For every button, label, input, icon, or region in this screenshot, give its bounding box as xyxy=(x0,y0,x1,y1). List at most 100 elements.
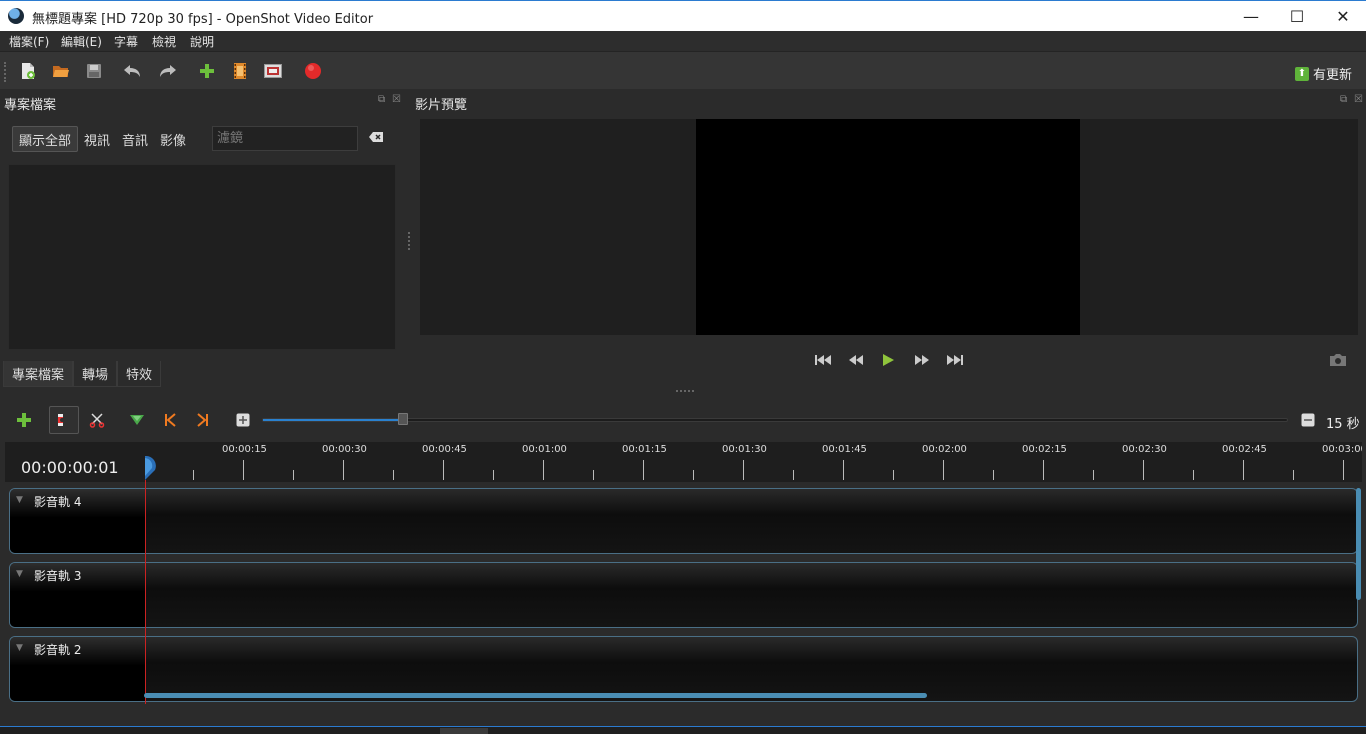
marker-icon xyxy=(130,415,144,425)
track-3[interactable]: ▼ 影音軌 3 xyxy=(9,562,1358,628)
jump-start-button[interactable] xyxy=(813,352,833,368)
undock-project-files-icon[interactable]: ⧉ xyxy=(378,94,385,105)
track-label: 影音軌 4 xyxy=(34,495,82,509)
fullscreen-icon xyxy=(264,64,282,78)
close-preview-icon[interactable]: ☒ xyxy=(1354,94,1363,105)
filter-audio[interactable]: 音訊 xyxy=(116,126,154,152)
filter-search-input[interactable]: 濾鏡 xyxy=(212,126,358,151)
open-project-button[interactable] xyxy=(50,60,72,82)
update-label: 有更新 xyxy=(1312,68,1352,83)
import-files-button[interactable] xyxy=(196,60,218,82)
fullscreen-button[interactable] xyxy=(262,60,284,82)
capture-frame-button[interactable] xyxy=(1328,352,1348,368)
redo-icon xyxy=(160,65,176,77)
ruler-minor-tick xyxy=(693,470,694,480)
jump-end-button[interactable] xyxy=(945,352,965,368)
undock-preview-icon[interactable]: ⧉ xyxy=(1340,94,1347,105)
status-bar-handle xyxy=(440,728,488,734)
menu-file[interactable]: 檔案(F) xyxy=(9,33,49,50)
clear-filter-icon[interactable] xyxy=(368,131,384,143)
close-button[interactable]: ✕ xyxy=(1320,1,1366,31)
filter-video[interactable]: 視訊 xyxy=(78,126,116,152)
save-project-button[interactable] xyxy=(83,60,105,82)
minimize-button[interactable]: — xyxy=(1228,1,1274,31)
horizontal-splitter-handle[interactable] xyxy=(676,390,694,392)
ruler-tick-label: 00:02:30 xyxy=(1122,444,1167,455)
ruler-major-tick xyxy=(443,460,444,480)
menu-help[interactable]: 說明 xyxy=(190,33,214,50)
toolbar-grip[interactable] xyxy=(4,62,8,82)
zoom-slider-track[interactable] xyxy=(262,418,1288,422)
ruler-tick-label: 00:02:45 xyxy=(1222,444,1267,455)
filter-image[interactable]: 影像 xyxy=(154,126,192,152)
ruler-major-tick xyxy=(1343,460,1344,480)
menu-edit[interactable]: 編輯(E) xyxy=(61,33,102,50)
fast-forward-button[interactable] xyxy=(912,352,932,368)
ruler-minor-tick xyxy=(493,470,494,480)
film-strip-icon xyxy=(234,63,246,79)
zoom-out-button[interactable] xyxy=(1295,408,1321,432)
tab-effects[interactable]: 特效 xyxy=(117,361,162,387)
project-files-list[interactable] xyxy=(8,164,396,350)
status-bar xyxy=(0,726,1366,734)
collapse-arrow-icon[interactable]: ▼ xyxy=(16,643,23,653)
ruler-tick-label: 00:02:00 xyxy=(922,444,967,455)
redo-button[interactable] xyxy=(157,60,179,82)
menu-view[interactable]: 檢視 xyxy=(152,33,176,50)
scissors-icon xyxy=(89,413,105,428)
track-4[interactable]: ▼ 影音軌 4 xyxy=(9,488,1358,554)
undo-button[interactable] xyxy=(121,60,143,82)
tab-project-files[interactable]: 專案檔案 xyxy=(3,361,74,387)
timeline-vertical-scrollbar[interactable] xyxy=(1356,488,1361,600)
ruler-minor-tick xyxy=(793,470,794,480)
previous-marker-icon xyxy=(165,413,176,427)
zoom-in-icon xyxy=(236,413,250,427)
timeline-ruler[interactable]: 00:00:00:01 00:00:15 00:00:30 00:00:45 00:0… xyxy=(5,442,1362,482)
zoom-slider-handle[interactable] xyxy=(397,413,408,425)
update-available-button[interactable]: ⬆ 有更新 xyxy=(1294,64,1352,83)
new-project-button[interactable] xyxy=(17,60,39,82)
playhead-handle[interactable] xyxy=(145,456,157,480)
collapse-arrow-icon[interactable]: ▼ xyxy=(16,569,23,579)
main-toolbar: ⬆ 有更新 xyxy=(0,51,1366,89)
ruler-minor-tick xyxy=(1193,470,1194,480)
filter-show-all[interactable]: 顯示全部 xyxy=(12,126,79,152)
add-track-button[interactable] xyxy=(11,408,37,432)
track-header[interactable]: ▼ 影音軌 2 xyxy=(10,637,146,701)
update-arrow-icon: ⬆ xyxy=(1294,66,1309,81)
timeline-horizontal-scrollbar[interactable] xyxy=(144,693,927,698)
ruler-tick-label: 00:00:15 xyxy=(222,444,267,455)
collapse-arrow-icon[interactable]: ▼ xyxy=(16,495,23,505)
ruler-minor-tick xyxy=(1293,470,1294,480)
export-video-button[interactable] xyxy=(302,60,324,82)
ruler-tick-label: 00:01:45 xyxy=(822,444,867,455)
razor-tool-button[interactable] xyxy=(84,408,110,432)
ruler-major-tick xyxy=(1143,460,1144,480)
title-bar: 無標題專案 [HD 720p 30 fps] - OpenShot Video … xyxy=(0,0,1366,31)
video-preview-title: 影片預覽 xyxy=(415,98,468,113)
timeline[interactable]: 00:00:00:01 00:00:15 00:00:30 00:00:45 00:0… xyxy=(5,442,1362,704)
snapping-toggle[interactable] xyxy=(49,406,79,434)
ruler-major-tick xyxy=(243,460,244,480)
add-marker-button[interactable] xyxy=(124,408,150,432)
record-icon xyxy=(305,63,321,79)
choose-profile-button[interactable] xyxy=(229,60,251,82)
rewind-button[interactable] xyxy=(846,352,866,368)
zoom-in-button[interactable] xyxy=(230,408,256,432)
vertical-splitter-handle[interactable] xyxy=(408,232,410,250)
track-header[interactable]: ▼ 影音軌 3 xyxy=(10,563,146,627)
previous-marker-button[interactable] xyxy=(157,408,183,432)
track-header[interactable]: ▼ 影音軌 4 xyxy=(10,489,146,553)
maximize-button[interactable]: ☐ xyxy=(1274,1,1320,31)
next-marker-icon xyxy=(197,413,208,427)
current-timecode: 00:00:00:01 xyxy=(21,458,119,477)
playhead-line xyxy=(145,480,146,704)
tab-transitions[interactable]: 轉場 xyxy=(73,361,118,387)
close-project-files-icon[interactable]: ☒ xyxy=(392,94,401,105)
menu-titles[interactable]: 字幕 xyxy=(114,33,138,50)
ruler-major-tick xyxy=(543,460,544,480)
play-button[interactable] xyxy=(878,352,898,368)
next-marker-button[interactable] xyxy=(190,408,216,432)
plus-icon xyxy=(200,64,214,78)
ruler-minor-tick xyxy=(893,470,894,480)
